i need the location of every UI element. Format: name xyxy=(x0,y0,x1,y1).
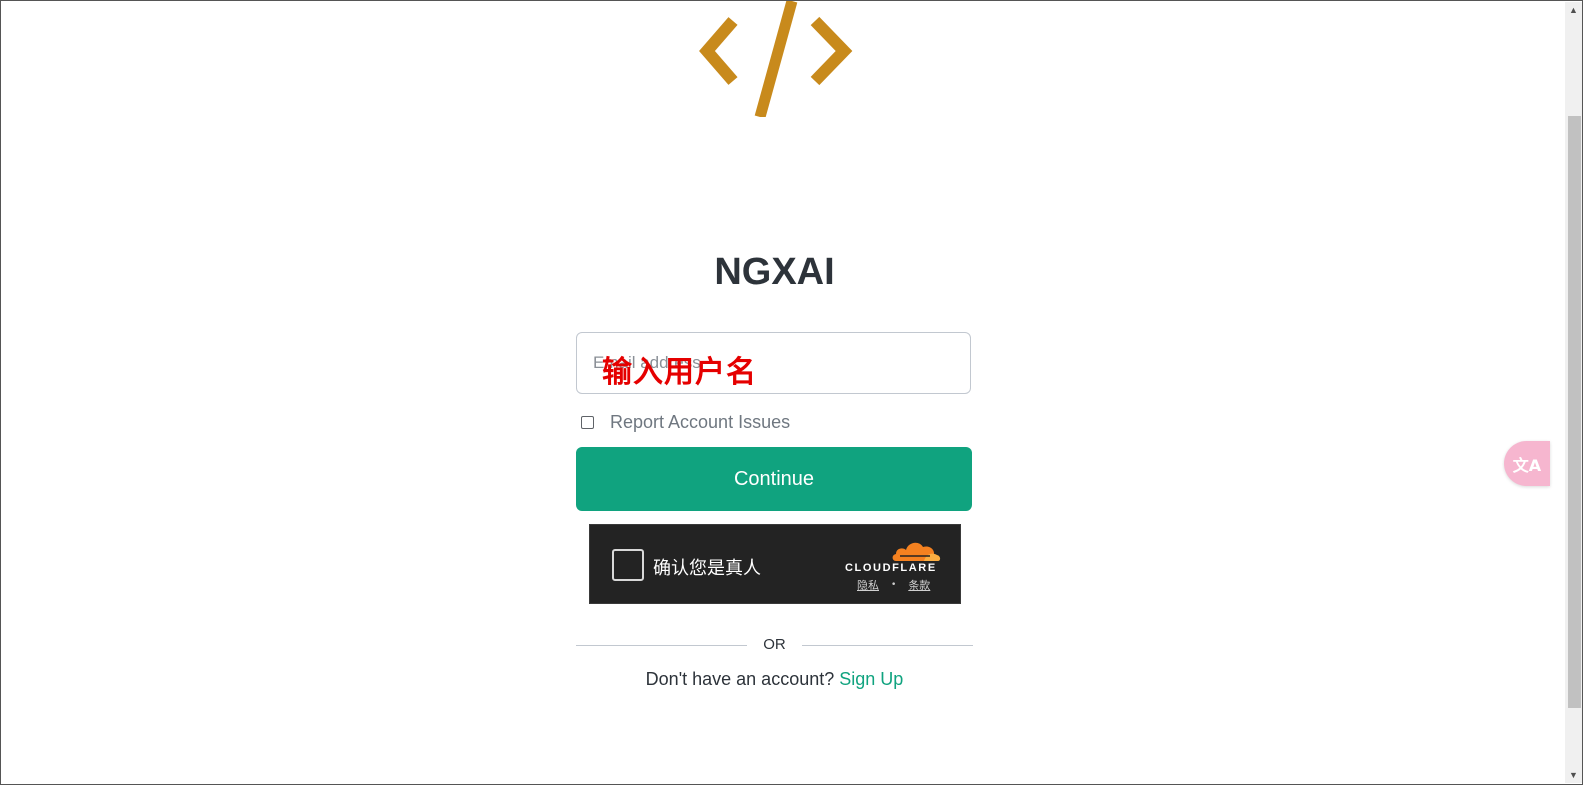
captcha-checkbox[interactable] xyxy=(612,549,644,581)
report-issues-checkbox[interactable] xyxy=(581,415,594,429)
report-issues-label[interactable]: Report Account Issues xyxy=(610,412,790,433)
signup-row: Don't have an account? Sign Up xyxy=(576,669,973,690)
page-title: NGXAI xyxy=(714,251,835,293)
scroll-down-icon[interactable]: ▼ xyxy=(1565,767,1582,783)
username-input[interactable] xyxy=(577,333,970,393)
or-divider: OR xyxy=(576,635,973,655)
captcha-links: 隐私 • 条款 xyxy=(857,577,930,593)
privacy-link[interactable]: 隐私 xyxy=(857,577,879,593)
signup-link[interactable]: Sign Up xyxy=(839,669,903,689)
continue-button[interactable]: Continue xyxy=(576,447,972,511)
cloudflare-captcha-widget: 确认您是真人 CLOUDFLARE 隐私 • 条款 xyxy=(589,524,961,604)
captcha-label: 确认您是真人 xyxy=(653,558,761,579)
scrollbar-thumb[interactable] xyxy=(1568,116,1581,708)
vertical-scrollbar[interactable]: ▲ ▼ xyxy=(1565,2,1582,783)
username-field-wrapper[interactable] xyxy=(576,332,971,394)
cloudflare-wordmark: CLOUDFLARE xyxy=(845,562,937,574)
signup-prompt: Don't have an account? xyxy=(645,669,835,689)
terms-link[interactable]: 条款 xyxy=(908,577,930,593)
cloudflare-cloud-icon xyxy=(892,542,941,561)
translate-icon[interactable]: 文A xyxy=(1504,441,1550,486)
report-issues-row[interactable]: Report Account Issues xyxy=(581,411,790,433)
link-separator: • xyxy=(891,580,897,590)
divider-line-right xyxy=(802,645,973,646)
scroll-up-icon[interactable]: ▲ xyxy=(1565,2,1582,18)
browser-viewport: NGXAI 输入用户名 Report Account Issues Contin… xyxy=(0,0,1583,785)
code-brackets-icon xyxy=(699,1,853,117)
